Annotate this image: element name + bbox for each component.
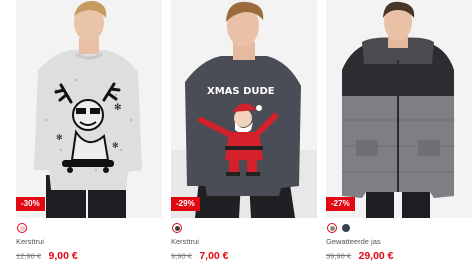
svg-text:✻: ✻ [112, 141, 119, 150]
product-name[interactable]: Kersttrui [16, 237, 44, 246]
product-card-gewatteerde-jas[interactable]: -27% Gewatteerde jas 39,90 € 29,00 € [326, 0, 472, 268]
color-swatch-selected[interactable] [172, 223, 182, 233]
svg-text:✻: ✻ [56, 133, 63, 142]
old-price: 39,90 € [326, 251, 352, 261]
svg-text:XMAS DUDE: XMAS DUDE [207, 86, 275, 97]
product-name[interactable]: Gewatteerde jas [326, 237, 381, 246]
discount-badge: -30% [16, 197, 45, 211]
price-block: 9,90 € 7,00 € [171, 247, 229, 265]
color-swatches [172, 223, 182, 233]
product-card-kersttrui-xmas-dude[interactable]: XMAS DUDE -29% Kersttrui 9,90 € 7,00 € [171, 0, 317, 268]
price-block: 39,90 € 29,00 € [326, 247, 394, 265]
old-price: 12,90 € [16, 251, 42, 261]
color-swatch-selected[interactable] [17, 223, 27, 233]
discount-badge: -27% [326, 197, 355, 211]
sale-price: 29,00 € [358, 249, 394, 262]
sale-price: 9,00 € [48, 249, 78, 262]
product-name[interactable]: Kersttrui [171, 237, 199, 246]
svg-text:✻: ✻ [114, 102, 122, 112]
old-price: 9,90 € [171, 251, 192, 261]
color-swatch[interactable] [341, 223, 351, 233]
sale-price: 7,00 € [199, 249, 229, 262]
product-photo-reindeer-sweater[interactable]: ✻ ✻ ✻ [16, 0, 162, 218]
price-block: 12,90 € 9,00 € [16, 247, 78, 265]
color-swatches [327, 223, 351, 233]
product-photo-padded-jacket[interactable] [326, 0, 472, 218]
product-photo-xmas-dude-sweater[interactable]: XMAS DUDE [171, 0, 317, 218]
product-card-kersttrui-reindeer[interactable]: ✻ ✻ ✻ -30% Kersttrui 12,90 € 9,00 € [16, 0, 162, 268]
discount-badge: -29% [171, 197, 200, 211]
color-swatches [17, 223, 27, 233]
color-swatch-selected[interactable] [327, 223, 337, 233]
